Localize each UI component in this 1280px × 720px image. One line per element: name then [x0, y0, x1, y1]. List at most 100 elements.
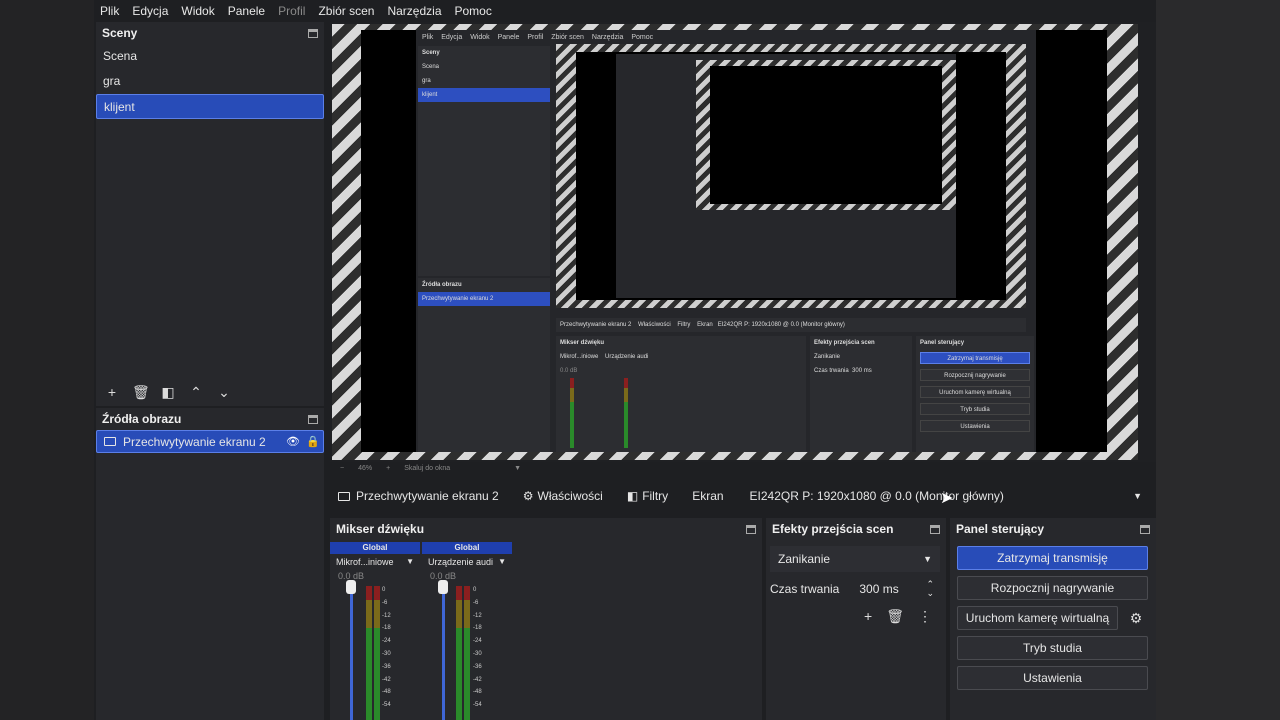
- zoom-bar: − 46% + Skaluj do okna ▼: [330, 462, 1156, 474]
- menu-bar: Plik Edycja Widok Panele Profil Zbiór sc…: [94, 0, 1156, 22]
- undock-icon[interactable]: [1140, 524, 1150, 534]
- obs-window: Plik Edycja Widok Panele Profil Zbiór sc…: [94, 0, 1156, 720]
- nested-meter: [570, 378, 574, 448]
- undock-icon[interactable]: [308, 414, 318, 424]
- nested-duration-value: 300 ms: [852, 368, 872, 374]
- tick: -24: [382, 638, 391, 645]
- transition-select-value: Zanikanie: [778, 552, 831, 566]
- nested-stop-stream-button: Zatrzymaj transmisję: [920, 352, 1030, 364]
- nested-sources-title: Źródła obrazu: [422, 282, 462, 288]
- filters-button[interactable]: ◧ Filtry: [627, 489, 668, 503]
- tick: -30: [382, 650, 391, 657]
- nested-meter: [624, 378, 628, 448]
- menu-panele[interactable]: Panele: [228, 4, 265, 18]
- volume-fader-track[interactable]: [442, 586, 445, 720]
- mouse-cursor-icon: ➤: [940, 490, 954, 507]
- more-options-icon[interactable]: ⋮: [918, 608, 932, 625]
- chevron-down-icon: ▼: [923, 554, 932, 564]
- scale-to-window-label[interactable]: Skaluj do okna: [404, 465, 450, 472]
- nested-settings-button: Ustawienia: [920, 420, 1030, 432]
- studio-mode-button[interactable]: Tryb studia: [957, 636, 1148, 660]
- zoom-in-icon[interactable]: +: [386, 465, 390, 472]
- tick: -12: [382, 612, 391, 619]
- transition-select[interactable]: Zanikanie ▼: [770, 546, 940, 572]
- source-toolbar: Przechwytywanie ekranu 2 ⚙ Właściwości ◧…: [330, 484, 1156, 508]
- menu-plik[interactable]: Plik: [100, 4, 119, 18]
- channel-name-row[interactable]: Mikrof...iniowe ▼: [330, 557, 420, 567]
- volume-fader-handle[interactable]: [346, 580, 356, 594]
- chevron-down-icon[interactable]: ▼: [514, 465, 521, 472]
- filter-icon[interactable]: ◧: [160, 384, 176, 401]
- source-label: Przechwytywanie ekranu 2: [123, 434, 266, 449]
- menu-zbior-scen[interactable]: Zbiór scen: [318, 4, 374, 18]
- menu-pomoc[interactable]: Pomoc: [455, 4, 492, 18]
- mixer-channel: Global Mikrof...iniowe ▼ 0.0 dB: [330, 542, 420, 581]
- source-item[interactable]: Przechwytywanie ekranu 2 👁 🔒: [96, 430, 324, 453]
- lock-icon[interactable]: 🔒: [303, 435, 323, 448]
- menu-edycja[interactable]: Edycja: [132, 4, 168, 18]
- undock-icon[interactable]: [930, 524, 940, 534]
- undock-icon[interactable]: [308, 28, 318, 38]
- chevron-down-icon: ▼: [1133, 491, 1142, 501]
- menu-widok[interactable]: Widok: [181, 4, 214, 18]
- tick: -18: [382, 625, 391, 632]
- nested-screen-value: EI242QR P: 1920x1080 @ 0.0 (Monitor głów…: [717, 322, 845, 328]
- scene-item-gra[interactable]: gra: [96, 69, 324, 94]
- volume-fader-track[interactable]: [350, 586, 353, 720]
- nested-mixer-db: 0.0 dB: [560, 368, 578, 374]
- duration-label: Czas trwania: [770, 582, 840, 596]
- filters-label: Filtry: [642, 489, 669, 503]
- eye-icon[interactable]: 👁: [283, 435, 303, 448]
- nested-scene-item: Scena: [422, 64, 440, 70]
- nested-controls: Panel sterujący Zatrzymaj transmisję Roz…: [916, 336, 1034, 452]
- nested-toolbar-item: Właściwości: [638, 322, 671, 328]
- zoom-out-icon[interactable]: −: [340, 465, 344, 472]
- screen-label: Ekran: [692, 489, 724, 503]
- nested-studio-button: Tryb studia: [920, 403, 1030, 415]
- settings-button[interactable]: Ustawienia: [957, 666, 1148, 690]
- stop-streaming-button[interactable]: Zatrzymaj transmisję: [957, 546, 1148, 570]
- trash-icon[interactable]: 🗑: [886, 608, 904, 625]
- tick: -6: [473, 599, 479, 606]
- start-virtual-camera-button[interactable]: Uruchom kamerę wirtualną: [957, 606, 1118, 630]
- channel-name: Mikrof...iniowe: [336, 557, 394, 567]
- spin-arrows-icon[interactable]: ⌃ ⌄: [926, 580, 934, 598]
- trash-icon[interactable]: 🗑: [132, 384, 150, 401]
- duration-spinbox[interactable]: 300 ms ⌃ ⌄: [853, 577, 940, 601]
- nested-menu-item: Narzędzia: [591, 34, 624, 41]
- sources-dock: Źródła obrazu Przechwytywanie ekranu 2 👁…: [96, 408, 324, 720]
- tick: -48: [473, 689, 482, 696]
- nested-source-toolbar: Przechwytywanie ekranu 2 Właściwości Fil…: [556, 318, 1026, 332]
- undock-icon[interactable]: [746, 524, 756, 534]
- tick: -36: [473, 663, 482, 670]
- move-up-icon[interactable]: ⌃: [188, 384, 204, 401]
- channel-volume: 0.0 dB: [430, 571, 457, 581]
- gear-icon[interactable]: ⚙: [1124, 606, 1148, 630]
- start-recording-button[interactable]: Rozpocznij nagrywanie: [957, 576, 1148, 600]
- add-icon[interactable]: +: [864, 608, 872, 625]
- properties-button[interactable]: ⚙ Właściwości: [523, 489, 603, 503]
- nested-duration-label: Czas trwania: [814, 368, 849, 374]
- nested-menu: Plik Edycja Widok Panele Profil Zbiór sc…: [422, 34, 659, 41]
- preview-area[interactable]: Plik Edycja Widok Panele Profil Zbiór sc…: [330, 22, 1156, 462]
- level-meter: [456, 586, 462, 720]
- meter-ticks: 0 -6 -12 -18 -24 -30 -36 -42 -48 -54: [382, 584, 391, 712]
- scene-item-klijent[interactable]: klijent: [96, 94, 324, 119]
- nested-mixer: Mikser dźwięku Mikrof...iniowe Urządzeni…: [556, 336, 806, 452]
- menu-profil[interactable]: Profil: [278, 4, 305, 18]
- menu-narzedzia[interactable]: Narzędzia: [387, 4, 441, 18]
- scene-item-scena[interactable]: Scena: [96, 44, 324, 69]
- duration-value: 300 ms: [859, 582, 899, 596]
- tick: 0: [382, 587, 386, 593]
- add-icon[interactable]: +: [104, 384, 120, 400]
- nested-virtual-cam-button: Uruchom kamerę wirtualną: [920, 386, 1030, 398]
- tick: -12: [473, 612, 482, 619]
- tick: -54: [382, 702, 391, 709]
- scenes-title: Sceny: [102, 26, 138, 40]
- volume-fader-handle[interactable]: [438, 580, 448, 594]
- move-down-icon[interactable]: ⌄: [216, 384, 232, 401]
- channel-name-row[interactable]: Urządzenie audi ▼: [422, 557, 512, 567]
- nested-transition-select: Zanikanie: [814, 354, 841, 360]
- preview-canvas[interactable]: Plik Edycja Widok Panele Profil Zbiór sc…: [361, 30, 1107, 452]
- mixer-dock-header: Mikser dźwięku: [330, 518, 762, 540]
